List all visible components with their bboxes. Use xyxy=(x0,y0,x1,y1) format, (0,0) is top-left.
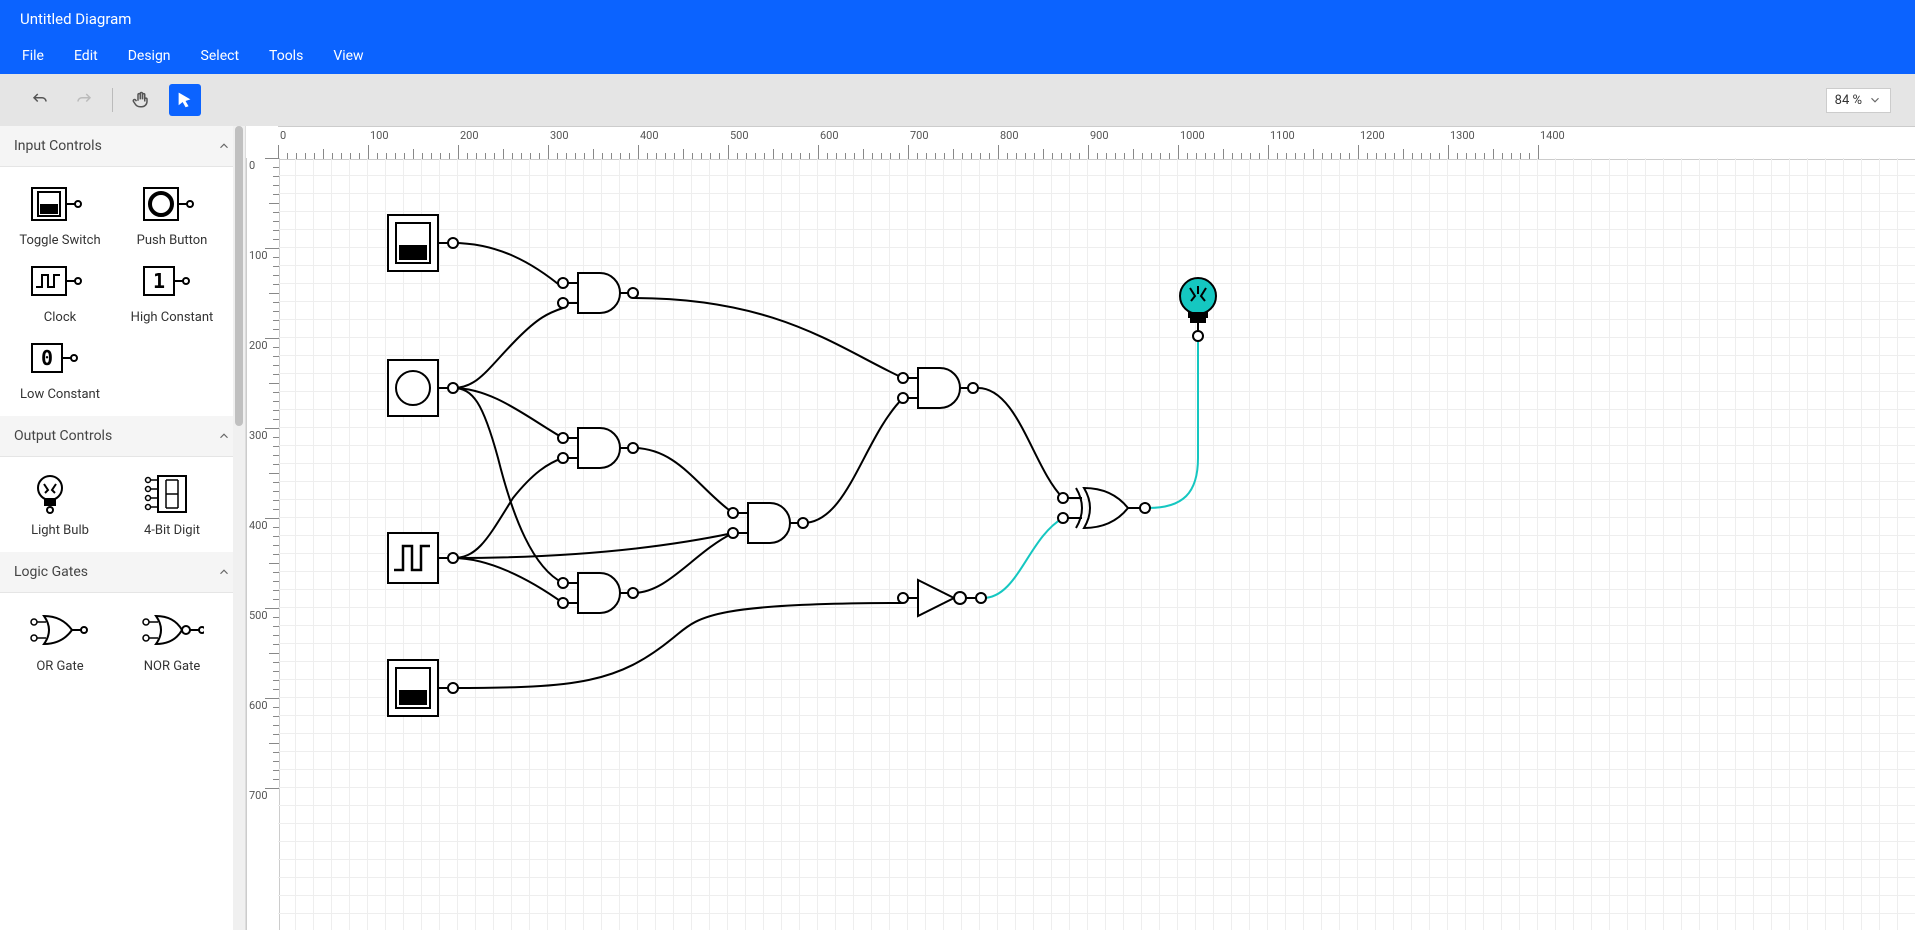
redo-button[interactable] xyxy=(68,84,100,116)
node-xor1[interactable] xyxy=(1058,488,1150,528)
menu-design[interactable]: Design xyxy=(114,38,185,74)
ruler-vertical: 0100200300400500600700 xyxy=(246,158,280,930)
canvas-area[interactable]: 0100200300400500600700800900100011001200… xyxy=(246,126,1915,930)
low-constant-icon: 0 xyxy=(28,335,92,381)
toolbar: 84 % xyxy=(0,74,1915,126)
node-pb1[interactable] xyxy=(388,360,458,416)
nor-gate-icon xyxy=(140,607,204,653)
title-bar: Untitled Diagram xyxy=(0,0,1915,38)
shape-high-constant[interactable]: 1 High Constant xyxy=(118,258,226,325)
ruler-horizontal: 0100200300400500600700800900100011001200… xyxy=(278,126,1915,160)
shape-or-gate[interactable]: OR Gate xyxy=(6,607,114,674)
node-clk1[interactable] xyxy=(388,533,458,583)
clock-icon xyxy=(28,258,92,304)
shape-label: OR Gate xyxy=(36,659,83,674)
node-sw1[interactable] xyxy=(388,215,458,271)
chevron-up-icon xyxy=(217,429,231,443)
menu-file[interactable]: File xyxy=(8,38,58,74)
shape-clock[interactable]: Clock xyxy=(6,258,114,325)
chevron-up-icon xyxy=(217,139,231,153)
section-header-input-controls[interactable]: Input Controls xyxy=(0,126,245,167)
shape-label: Light Bulb xyxy=(31,523,89,538)
svg-text:1: 1 xyxy=(153,269,165,293)
circuit-diagram[interactable] xyxy=(278,158,1778,930)
node-and4[interactable] xyxy=(728,503,808,543)
node-not1[interactable] xyxy=(898,580,986,616)
canvas[interactable] xyxy=(278,158,1915,930)
shape-label: Push Button xyxy=(137,233,208,248)
node-and2[interactable] xyxy=(558,428,638,468)
shape-label: High Constant xyxy=(131,310,214,325)
light-bulb-icon xyxy=(28,471,92,517)
shape-low-constant[interactable]: 0 Low Constant xyxy=(6,335,114,402)
node-sw2[interactable] xyxy=(388,660,458,716)
shape-light-bulb[interactable]: Light Bulb xyxy=(6,471,114,538)
chevron-down-icon xyxy=(1868,93,1882,107)
shape-4bit-digit[interactable]: 4-Bit Digit xyxy=(118,471,226,538)
node-and5[interactable] xyxy=(898,368,978,408)
shape-toggle-switch[interactable]: Toggle Switch xyxy=(6,181,114,248)
pan-tool-button[interactable] xyxy=(125,84,157,116)
shape-label: Toggle Switch xyxy=(19,233,100,248)
high-constant-icon: 1 xyxy=(140,258,204,304)
toolbar-separator xyxy=(112,88,113,112)
shape-label: Low Constant xyxy=(20,387,100,402)
node-and1[interactable] xyxy=(558,273,638,313)
menu-select[interactable]: Select xyxy=(187,38,253,74)
window-title: Untitled Diagram xyxy=(20,10,131,28)
shapes-sidebar: Input Controls Toggle Switch Push Button Cl… xyxy=(0,126,246,930)
menu-view[interactable]: View xyxy=(319,38,377,74)
menu-edit[interactable]: Edit xyxy=(60,38,112,74)
select-tool-button[interactable] xyxy=(169,84,201,116)
node-and3[interactable] xyxy=(558,573,638,613)
shape-label: 4-Bit Digit xyxy=(144,523,200,538)
menu-bar: File Edit Design Select Tools View xyxy=(0,38,1915,74)
ruler-corner xyxy=(246,126,279,159)
menu-tools[interactable]: Tools xyxy=(255,38,317,74)
zoom-level-dropdown[interactable]: 84 % xyxy=(1826,88,1891,113)
or-gate-icon xyxy=(28,607,92,653)
sidebar-scrollbar[interactable] xyxy=(233,126,245,930)
node-bulb[interactable] xyxy=(1180,278,1216,341)
zoom-value: 84 % xyxy=(1835,93,1862,108)
shape-nor-gate[interactable]: NOR Gate xyxy=(118,607,226,674)
shape-push-button[interactable]: Push Button xyxy=(118,181,226,248)
shape-label: NOR Gate xyxy=(144,659,201,674)
4bit-digit-icon xyxy=(140,471,204,517)
section-header-output-controls[interactable]: Output Controls xyxy=(0,416,245,457)
push-button-icon xyxy=(140,181,204,227)
undo-button[interactable] xyxy=(24,84,56,116)
svg-text:0: 0 xyxy=(41,346,53,370)
shape-label: Clock xyxy=(44,310,76,325)
chevron-up-icon xyxy=(217,565,231,579)
section-header-logic-gates[interactable]: Logic Gates xyxy=(0,552,245,593)
toggle-switch-icon xyxy=(28,181,92,227)
